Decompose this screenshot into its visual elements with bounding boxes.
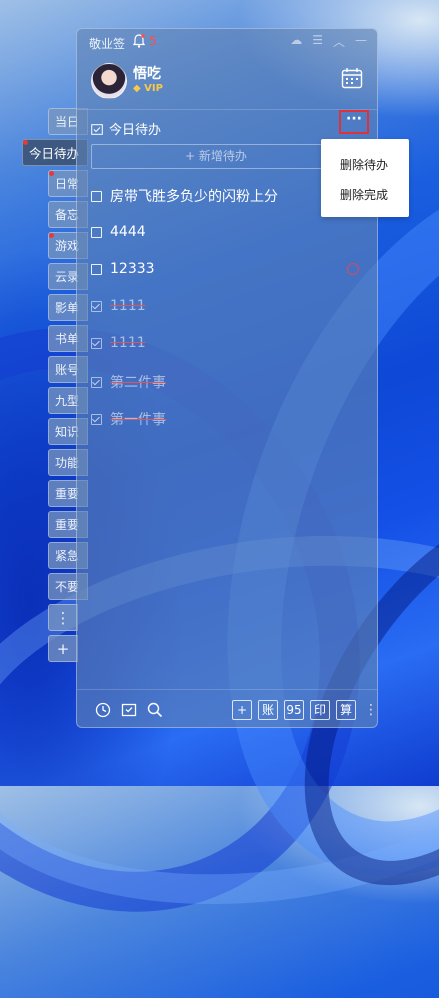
sidebar-add-button[interactable]: + [48, 635, 78, 662]
todo-text: 第二件事 [110, 375, 166, 391]
menu-item-delete-pending[interactable]: 删除待办 [340, 156, 388, 173]
footer-toolbar: + 账 95 印 算 ⋮ [77, 689, 377, 727]
calendar-check-icon [91, 123, 103, 135]
more-options-button[interactable]: ··· [339, 110, 369, 134]
account-button[interactable]: 账 [258, 700, 278, 720]
todo-text: 房带飞胜多负少的闪粉上分 [110, 189, 278, 205]
footer-right: + 账 95 印 算 ⋮ [232, 700, 377, 720]
app-title: 敬业签 [89, 37, 126, 51]
chevron-up-icon[interactable]: ︿ [333, 33, 345, 50]
checkbox-checked[interactable] [91, 300, 102, 312]
checkbox[interactable] [91, 190, 102, 202]
vip-badge: ◆ VIP [133, 83, 163, 94]
clock-icon[interactable] [95, 702, 111, 718]
minimize-icon[interactable]: — [355, 33, 367, 50]
todo-text: 12333 [110, 261, 155, 277]
section-header: 今日待办 [91, 119, 161, 138]
calendar-icon[interactable] [341, 67, 363, 89]
checkbox[interactable] [91, 263, 102, 275]
sidebar-more-button[interactable]: ⋮ [48, 604, 78, 631]
todo-text: 1111 [110, 298, 146, 314]
notes-panel: 敬业签 5 ☁ ☰ ︿ — 悟吃 ◆ VIP 今日待办 ··· + 新增待办 房… [76, 28, 378, 728]
footer-left [95, 702, 163, 718]
checkbox-checked[interactable] [91, 337, 102, 349]
checkbox[interactable] [91, 226, 102, 238]
todo-text: 第一件事 [110, 412, 166, 428]
title-bar: 敬业签 5 ☁ ☰ ︿ — [77, 29, 377, 55]
add-button[interactable]: + [232, 700, 252, 720]
user-row: 悟吃 ◆ VIP [77, 55, 377, 110]
todo-item[interactable]: 房带飞胜多负少的闪粉上分 [91, 186, 278, 206]
cloud-icon[interactable]: ☁ [290, 33, 302, 50]
notification-count: 5 [149, 34, 157, 48]
ninety-five-button[interactable]: 95 [284, 700, 304, 720]
section-title: 今日待办 [109, 123, 162, 138]
checkbox-checked[interactable] [91, 376, 102, 388]
todo-item[interactable]: 12333 [91, 261, 155, 277]
context-menu: 删除待办 删除完成 [321, 139, 409, 217]
add-todo-input[interactable]: + 新增待办 [91, 144, 341, 169]
todo-item[interactable]: 4444 [91, 224, 146, 240]
todo-item-done[interactable]: 1111 [91, 298, 146, 314]
more-vertical-icon[interactable]: ⋮ [364, 702, 377, 718]
search-icon[interactable] [147, 702, 163, 718]
menu-icon[interactable]: ☰ [312, 33, 323, 50]
calculator-button[interactable]: 算 [336, 700, 356, 720]
avatar[interactable] [91, 63, 127, 99]
reminder-clock-icon[interactable] [347, 263, 359, 275]
vip-label: VIP [144, 83, 163, 94]
user-name: 悟吃 [133, 66, 161, 82]
todo-item-done[interactable]: 第一件事 [91, 409, 166, 429]
todo-item-done[interactable]: 1111 [91, 335, 146, 351]
checkbox-checked[interactable] [91, 413, 102, 425]
todo-text: 4444 [110, 224, 146, 240]
bell-icon[interactable] [133, 34, 145, 48]
todo-item-done[interactable]: 第二件事 [91, 372, 166, 392]
menu-item-delete-done[interactable]: 删除完成 [340, 186, 388, 203]
inbox-check-icon[interactable] [121, 702, 137, 718]
sidebar-tab-label: 今日待办 [29, 146, 80, 161]
window-controls: ☁ ☰ ︿ — [290, 33, 367, 50]
todo-text: 1111 [110, 335, 146, 351]
print-button[interactable]: 印 [310, 700, 330, 720]
